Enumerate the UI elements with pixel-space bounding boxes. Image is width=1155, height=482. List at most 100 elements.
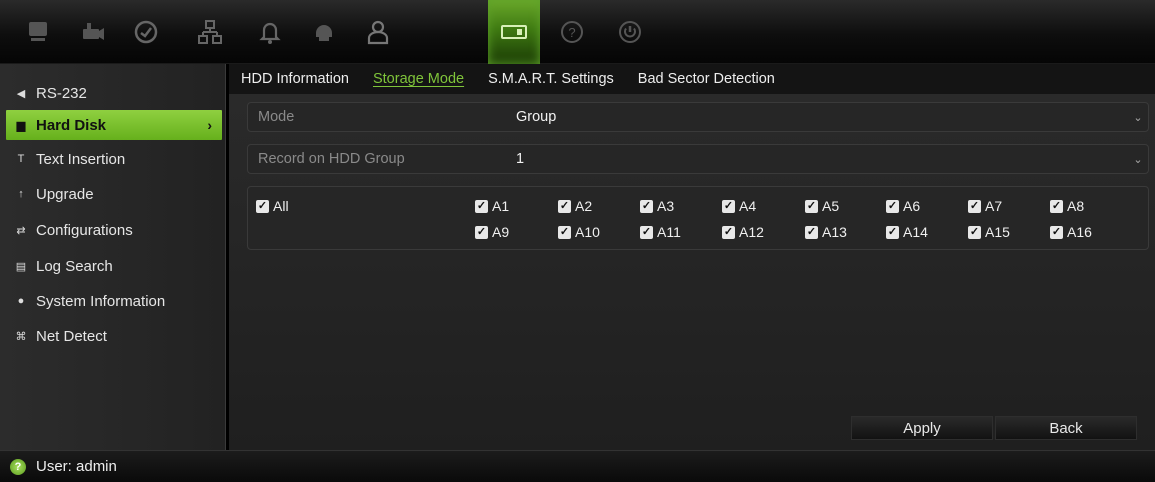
record-group-label: Record on HDD Group	[258, 151, 405, 167]
mode-row[interactable]: Mode Group ⌄	[247, 102, 1149, 132]
record-group-row[interactable]: Record on HDD Group 1 ⌄	[247, 144, 1149, 174]
checkbox-camera[interactable]: ✓ A10	[558, 223, 600, 241]
help-status-icon: ?	[10, 458, 26, 475]
sidebar-item-label: Configurations	[36, 221, 133, 239]
configurations-icon: ⇄	[16, 224, 26, 237]
checkbox-camera[interactable]: ✓ A15	[968, 223, 1010, 241]
record-group-select[interactable]: 1	[512, 151, 1128, 167]
checkbox-icon[interactable]: ✓	[256, 199, 269, 213]
system-information-icon: ●	[17, 295, 25, 307]
checkbox-all-label: All	[273, 198, 289, 214]
mode-label: Mode	[258, 109, 295, 125]
checkbox-camera-label: A15	[985, 224, 1010, 240]
checkbox-icon[interactable]: ✓	[640, 199, 653, 213]
checkbox-camera[interactable]: ✓ A11	[640, 223, 681, 241]
upgrade-icon: ↑	[18, 188, 24, 200]
sidebar-item-rs232[interactable]: ◀ RS-232	[6, 78, 222, 108]
checkbox-icon[interactable]: ✓	[1050, 199, 1063, 213]
sidebar-item-label: Net Detect	[36, 327, 107, 345]
checkbox-camera-label: A16	[1067, 224, 1092, 240]
checkbox-icon[interactable]: ✓	[475, 225, 488, 239]
checkbox-camera-label: A7	[985, 198, 1003, 214]
checkbox-icon[interactable]: ✓	[722, 225, 735, 239]
checkbox-all[interactable]: ✓ All	[256, 197, 289, 215]
chevron-down-icon[interactable]: ⌄	[1128, 111, 1148, 124]
checkbox-camera[interactable]: ✓ A6	[886, 197, 920, 215]
checkbox-icon[interactable]: ✓	[475, 199, 488, 213]
checkbox-icon[interactable]: ✓	[558, 225, 571, 239]
checkbox-icon[interactable]: ✓	[886, 225, 899, 239]
checkbox-icon[interactable]: ✓	[640, 225, 653, 239]
chevron-down-icon[interactable]: ⌄	[1128, 153, 1148, 166]
checkbox-icon[interactable]: ✓	[805, 199, 818, 213]
checkbox-camera-label: A12	[739, 224, 764, 240]
checkbox-camera[interactable]: ✓ A14	[886, 223, 928, 241]
checkbox-camera-label: A5	[822, 198, 840, 214]
sidebar: ◀ RS-232 ▆ Hard Disk › T Text Insertion …	[0, 64, 226, 450]
sidebar-item-configurations[interactable]: ⇄ Configurations	[6, 215, 222, 245]
checkbox-icon[interactable]: ✓	[1050, 225, 1063, 239]
checkbox-camera[interactable]: ✓ A16	[1050, 223, 1092, 241]
dome-camera-icon[interactable]	[298, 0, 350, 64]
sidebar-item-text-insertion[interactable]: T Text Insertion	[6, 144, 222, 174]
checkbox-icon[interactable]: ✓	[886, 199, 899, 213]
checkbox-icon[interactable]: ✓	[968, 225, 981, 239]
sidebar-item-label: System Information	[36, 292, 166, 310]
checkbox-icon[interactable]: ✓	[558, 199, 571, 213]
tab-bad-sector-detection[interactable]: Bad Sector Detection	[638, 71, 775, 87]
checkbox-camera[interactable]: ✓ A7	[968, 197, 1002, 215]
monitor-icon[interactable]	[12, 0, 64, 64]
checkbox-icon[interactable]: ✓	[805, 225, 818, 239]
checkbox-camera[interactable]: ✓ A5	[805, 197, 839, 215]
checkbox-camera-label: A3	[657, 198, 675, 214]
back-button[interactable]: Back	[995, 416, 1137, 440]
checkbox-camera-label: A8	[1067, 198, 1085, 214]
checkbox-camera[interactable]: ✓ A4	[722, 197, 756, 215]
top-toolbar: ?	[0, 0, 1155, 64]
sidebar-item-hard-disk[interactable]: ▆ Hard Disk ›	[6, 110, 222, 140]
checkbox-camera[interactable]: ✓ A12	[722, 223, 764, 241]
sidebar-item-upgrade[interactable]: ↑ Upgrade	[6, 179, 222, 209]
user-icon[interactable]	[352, 0, 404, 64]
device-management-icon[interactable]	[488, 0, 540, 64]
tab-smart-settings[interactable]: S.M.A.R.T. Settings	[488, 71, 614, 87]
user-label: User: admin	[36, 458, 117, 475]
sidebar-item-label: Hard Disk	[36, 116, 107, 134]
sidebar-item-label: Log Search	[36, 257, 113, 275]
log-search-icon: ▤	[15, 260, 27, 273]
checkbox-camera[interactable]: ✓ A9	[475, 223, 509, 241]
checkbox-camera[interactable]: ✓ A13	[805, 223, 847, 241]
svg-text:?: ?	[568, 25, 575, 40]
sidebar-item-net-detect[interactable]: ⌘ Net Detect	[6, 321, 222, 351]
sidebar-item-label: Upgrade	[36, 185, 94, 203]
checkbox-camera-label: A10	[575, 224, 600, 240]
checkbox-camera-label: A4	[739, 198, 757, 214]
mode-select[interactable]: Group	[512, 109, 1128, 125]
apply-button[interactable]: Apply	[851, 416, 993, 440]
camera-icon[interactable]	[66, 0, 118, 64]
checkbox-camera-label: A14	[903, 224, 928, 240]
checkbox-camera[interactable]: ✓ A2	[558, 197, 592, 215]
sidebar-item-label: RS-232	[36, 84, 87, 102]
checkbox-camera[interactable]: ✓ A1	[475, 197, 509, 215]
tab-bar: HDD Information Storage Mode S.M.A.R.T. …	[229, 64, 1155, 94]
checkbox-camera[interactable]: ✓ A8	[1050, 197, 1084, 215]
gauge-icon[interactable]	[120, 0, 172, 64]
chevron-right-icon: ›	[207, 117, 212, 133]
tab-hdd-information[interactable]: HDD Information	[241, 71, 349, 87]
network-icon[interactable]	[184, 0, 236, 64]
checkbox-camera-label: A2	[575, 198, 593, 214]
rs232-icon: ◀	[16, 87, 26, 100]
help-icon[interactable]: ?	[546, 0, 598, 64]
power-icon[interactable]	[604, 0, 656, 64]
sidebar-item-log-search[interactable]: ▤ Log Search	[6, 251, 222, 281]
checkbox-camera-label: A6	[903, 198, 921, 214]
checkbox-camera[interactable]: ✓ A3	[640, 197, 674, 215]
checkbox-icon[interactable]: ✓	[968, 199, 981, 213]
checkbox-icon[interactable]: ✓	[722, 199, 735, 213]
tab-storage-mode[interactable]: Storage Mode	[373, 71, 464, 87]
bell-icon[interactable]	[244, 0, 296, 64]
checkbox-camera-label: A9	[492, 224, 510, 240]
sidebar-item-system-information[interactable]: ● System Information	[6, 286, 222, 316]
sidebar-item-label: Text Insertion	[36, 150, 126, 168]
